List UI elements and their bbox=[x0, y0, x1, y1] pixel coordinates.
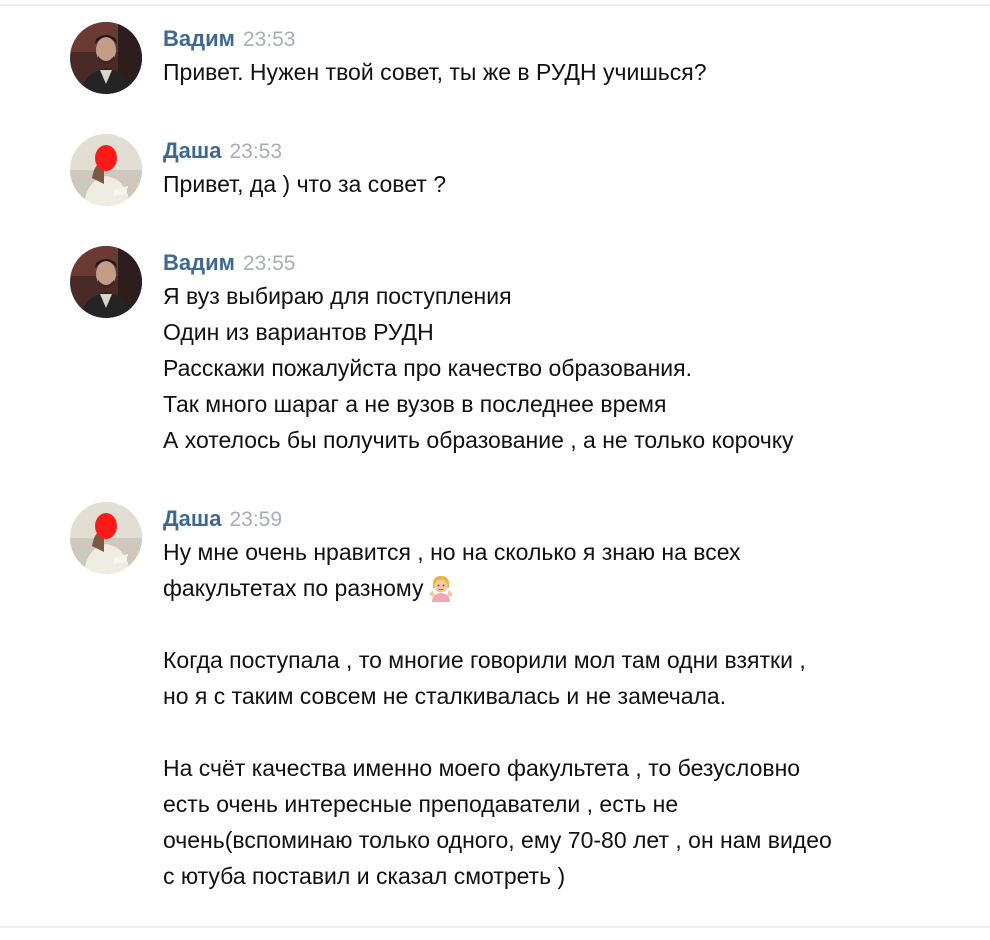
author-name[interactable]: Даша bbox=[163, 138, 221, 163]
avatar-dasha[interactable] bbox=[70, 502, 142, 574]
avatar-vadim[interactable] bbox=[70, 22, 142, 94]
message-header: Даша 23:59 bbox=[163, 504, 963, 534]
message-body: Вадим 23:53 Привет. Нужен твой совет, ты … bbox=[163, 24, 963, 90]
avatar-dasha[interactable] bbox=[70, 134, 142, 206]
censor-mark bbox=[95, 513, 117, 539]
message-body: Даша 23:59 Ну мне очень нравится , но на … bbox=[163, 504, 963, 894]
message-time[interactable]: 23:59 bbox=[229, 508, 282, 531]
author-name[interactable]: Вадим bbox=[163, 26, 235, 51]
message-line: но я с таким совсем не сталкивалась и не… bbox=[163, 683, 727, 709]
message-line-blank bbox=[163, 606, 963, 642]
chat-history: Вадим 23:53 Привет. Нужен твой совет, ты … bbox=[0, 0, 990, 940]
top-divider bbox=[0, 4, 990, 6]
message-line: есть очень интересные преподаватели , ес… bbox=[163, 791, 679, 817]
avatar-vadim[interactable] bbox=[70, 246, 142, 318]
message-line-text: факультетах по разному bbox=[163, 575, 424, 601]
message-line: А хотелось бы получить образование , а н… bbox=[163, 427, 794, 453]
author-name[interactable]: Даша bbox=[163, 506, 221, 531]
person-shrugging-emoji bbox=[427, 574, 455, 612]
message-line: На счёт качества именно моего факультета… bbox=[163, 755, 801, 781]
message-line: Привет, да ) что за совет ? bbox=[163, 171, 446, 197]
message-line-blank bbox=[163, 714, 963, 750]
message-time[interactable]: 23:53 bbox=[229, 140, 282, 163]
message-line: Когда поступала , то многие говорили мол… bbox=[163, 647, 806, 673]
message-time[interactable]: 23:55 bbox=[243, 252, 296, 275]
censor-mark bbox=[95, 145, 117, 171]
message-line: Так много шараг а не вузов в последнее в… bbox=[163, 391, 667, 417]
message-line-with-emoji: факультетах по разному bbox=[163, 570, 963, 606]
message-time[interactable]: 23:53 bbox=[243, 28, 296, 51]
message-line: Ну мне очень нравится , но на сколько я … bbox=[163, 539, 741, 565]
message-header: Вадим 23:55 bbox=[163, 248, 963, 278]
bottom-divider bbox=[0, 926, 990, 928]
message-body: Вадим 23:55 Я вуз выбираю для поступления… bbox=[163, 248, 963, 458]
message-line: Один из вариантов РУДН bbox=[163, 319, 434, 345]
author-name[interactable]: Вадим bbox=[163, 250, 235, 275]
message-header: Даша 23:53 bbox=[163, 136, 963, 166]
message-header: Вадим 23:53 bbox=[163, 24, 963, 54]
message-body: Даша 23:53 Привет, да ) что за совет ? bbox=[163, 136, 963, 202]
message-line: с ютуба поставил и сказал смотреть ) bbox=[163, 863, 566, 889]
message-line: Расскажи пожалуйста про качество образов… bbox=[163, 355, 692, 381]
message-line: Привет. Нужен твой совет, ты же в РУДН у… bbox=[163, 59, 707, 85]
message-line: очень(вспоминаю только одного, ему 70-80… bbox=[163, 827, 832, 853]
message-line: Я вуз выбираю для поступления bbox=[163, 283, 512, 309]
